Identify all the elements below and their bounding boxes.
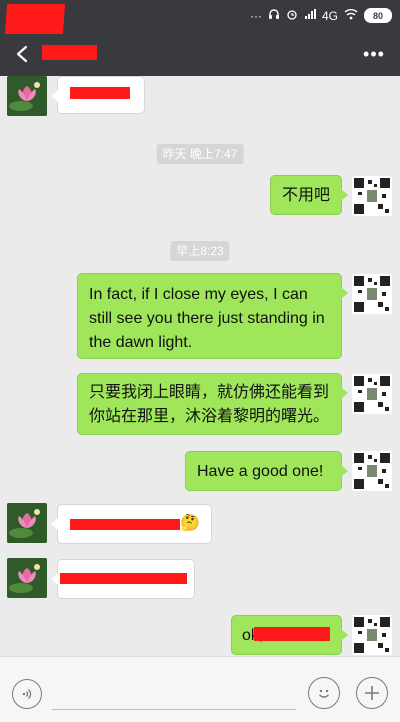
status-icons: ··· 4G 80 <box>250 8 392 23</box>
redacted-text <box>70 519 180 530</box>
incoming-message-bubble[interactable]: 🤔 <box>51 504 212 544</box>
incoming-message-bubble[interactable] <box>51 76 145 114</box>
outgoing-message-bubble[interactable]: 不用吧 <box>270 175 348 215</box>
voice-icon <box>22 689 32 699</box>
signal-icon <box>304 8 316 23</box>
user-avatar[interactable] <box>352 176 392 216</box>
wifi-icon <box>344 8 358 23</box>
headphones-icon <box>268 8 280 23</box>
contact-avatar[interactable] <box>7 503 47 543</box>
timestamp: 早上8:23 <box>170 241 230 261</box>
alarm-icon <box>286 8 298 23</box>
message-text-input[interactable] <box>52 683 296 710</box>
top-bar: ··· 4G 80 ••• <box>0 0 400 76</box>
user-avatar[interactable] <box>352 451 392 491</box>
thinking-emoji: 🤔 <box>180 515 200 532</box>
back-arrow-icon[interactable] <box>8 40 36 68</box>
voice-input-button[interactable] <box>12 679 42 709</box>
message-input-bar <box>0 656 400 722</box>
outgoing-message-bubble[interactable]: ok, <box>231 615 348 655</box>
user-avatar[interactable] <box>352 274 392 314</box>
more-options-icon[interactable]: ••• <box>360 44 388 64</box>
emoji-button[interactable] <box>308 677 340 709</box>
title-bar: ••• <box>0 32 400 76</box>
contact-avatar[interactable] <box>7 558 47 598</box>
redacted-text <box>254 627 330 641</box>
message-list[interactable]: 昨天 晚上7:47 不用吧 早上8:23 In fact, if I close… <box>0 76 400 656</box>
status-bar: ··· 4G 80 <box>0 0 400 34</box>
timestamp: 昨天 晚上7:47 <box>156 144 244 164</box>
more-functions-button[interactable] <box>356 677 388 709</box>
battery-indicator: 80 <box>364 8 392 23</box>
redacted-contact-name <box>42 45 97 60</box>
redacted-text <box>70 87 130 99</box>
user-avatar[interactable] <box>352 615 392 655</box>
redacted-text <box>60 573 187 584</box>
network-type: 4G <box>321 8 338 23</box>
outgoing-message-bubble[interactable]: Have a good one! <box>185 451 348 491</box>
dots-icon: ··· <box>249 8 262 23</box>
plus-icon <box>365 686 379 700</box>
redacted-time <box>4 4 66 34</box>
chat-screen: ··· 4G 80 ••• 昨天 晚上7:47 不用吧 早上8:23 In fa… <box>0 0 400 722</box>
incoming-message-bubble[interactable] <box>51 559 195 599</box>
user-avatar[interactable] <box>352 374 392 414</box>
outgoing-message-bubble[interactable]: In fact, if I close my eyes, I can still… <box>77 273 348 359</box>
smiley-icon <box>319 689 329 698</box>
contact-avatar[interactable] <box>7 76 47 116</box>
outgoing-message-bubble[interactable]: 只要我闭上眼睛，就仿佛还能看到你站在那里，沐浴着黎明的曙光。 <box>77 373 348 435</box>
